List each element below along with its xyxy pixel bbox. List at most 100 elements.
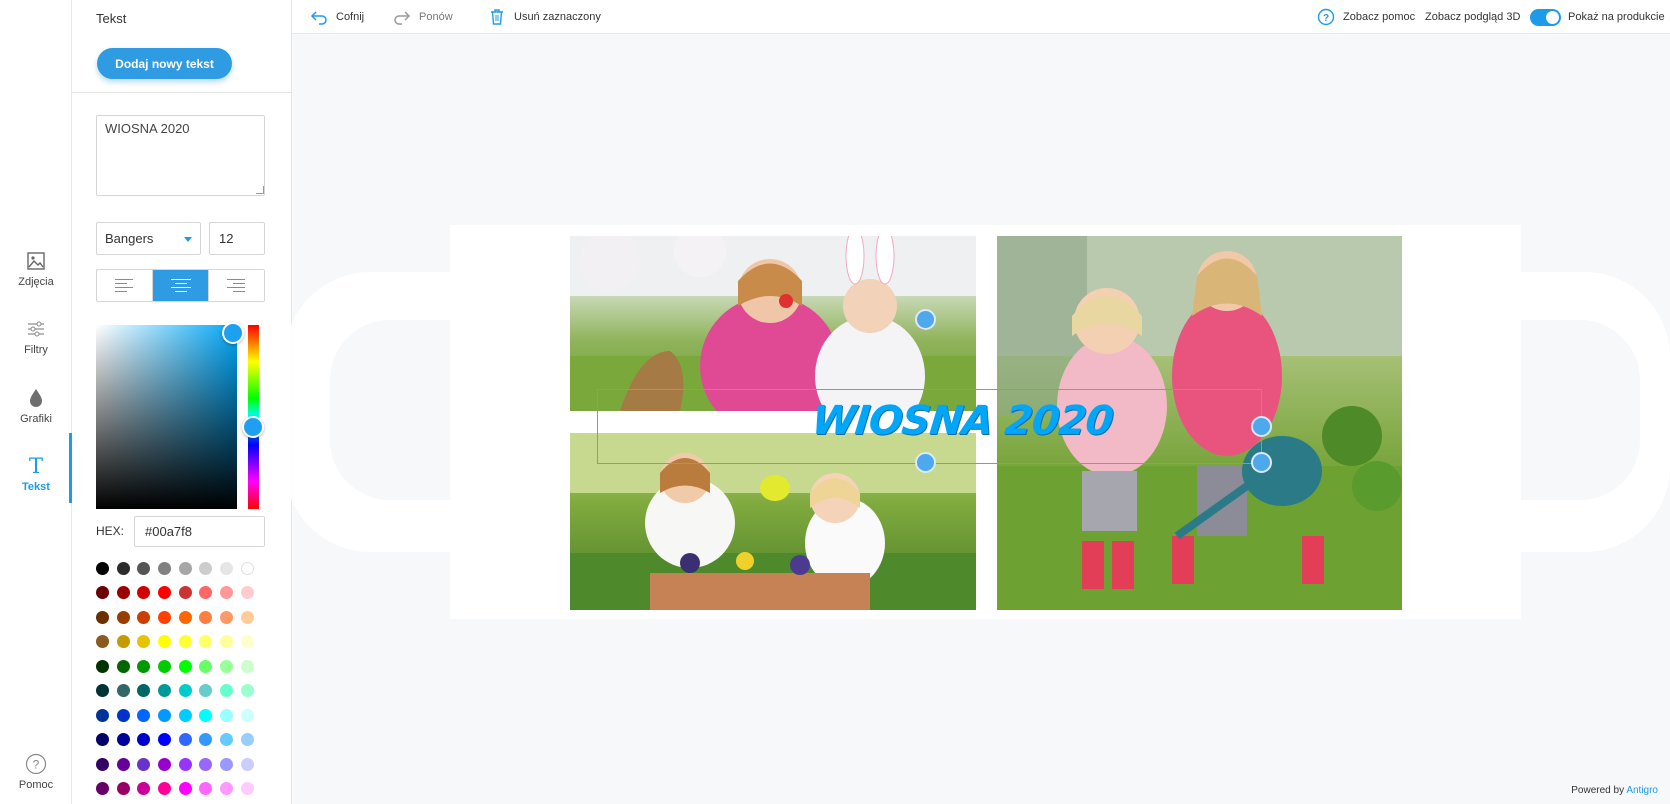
color-swatch[interactable] bbox=[178, 635, 192, 649]
rotate-handle[interactable] bbox=[1251, 416, 1272, 437]
color-swatch[interactable] bbox=[96, 708, 109, 722]
color-swatch[interactable] bbox=[220, 659, 234, 673]
font-family-select[interactable]: Bangers bbox=[96, 222, 201, 255]
color-swatch[interactable] bbox=[158, 782, 172, 796]
color-swatch[interactable] bbox=[199, 561, 213, 575]
resize-handle-bottom[interactable] bbox=[915, 452, 936, 473]
rail-item-graphics[interactable]: Grafiki bbox=[0, 387, 72, 425]
font-size-input[interactable]: 12 bbox=[209, 222, 265, 255]
color-swatch[interactable] bbox=[220, 561, 234, 575]
color-swatch[interactable] bbox=[240, 610, 254, 624]
color-swatch[interactable] bbox=[220, 708, 234, 722]
color-swatch[interactable] bbox=[137, 708, 151, 722]
color-swatch[interactable] bbox=[96, 635, 109, 649]
color-swatch[interactable] bbox=[220, 684, 234, 698]
color-swatch[interactable] bbox=[137, 757, 151, 771]
color-swatch[interactable] bbox=[240, 659, 254, 673]
color-swatch[interactable] bbox=[199, 684, 213, 698]
color-swatch[interactable] bbox=[220, 586, 234, 600]
color-swatch[interactable] bbox=[178, 610, 192, 624]
color-swatch[interactable] bbox=[240, 684, 254, 698]
color-swatch[interactable] bbox=[137, 586, 151, 600]
color-swatch[interactable] bbox=[137, 561, 151, 575]
color-swatch[interactable] bbox=[220, 757, 234, 771]
add-text-button[interactable]: Dodaj nowy tekst bbox=[97, 48, 232, 79]
redo-button[interactable]: Ponów bbox=[393, 8, 453, 26]
color-swatch[interactable] bbox=[178, 782, 192, 796]
color-swatch[interactable] bbox=[158, 586, 172, 600]
color-swatch[interactable] bbox=[137, 782, 151, 796]
color-swatch[interactable] bbox=[96, 659, 109, 673]
color-swatch[interactable] bbox=[116, 561, 130, 575]
color-swatch[interactable] bbox=[158, 635, 172, 649]
rail-item-help[interactable]: ? Pomoc bbox=[0, 753, 72, 791]
resize-handle-top[interactable] bbox=[915, 309, 936, 330]
color-swatch[interactable] bbox=[178, 586, 192, 600]
color-swatch[interactable] bbox=[96, 733, 109, 747]
color-swatch[interactable] bbox=[116, 684, 130, 698]
color-swatch[interactable] bbox=[220, 733, 234, 747]
color-swatch[interactable] bbox=[178, 708, 192, 722]
align-right-button[interactable] bbox=[209, 270, 264, 301]
color-swatch[interactable] bbox=[199, 610, 213, 624]
rail-item-photos[interactable]: Zdjęcia bbox=[0, 250, 72, 288]
color-swatch[interactable] bbox=[199, 659, 213, 673]
color-swatch[interactable] bbox=[240, 708, 254, 722]
design-text-layer[interactable]: WIOSNA 2020 bbox=[810, 398, 1115, 444]
color-swatch[interactable] bbox=[199, 733, 213, 747]
color-swatch[interactable] bbox=[137, 733, 151, 747]
color-swatch[interactable] bbox=[199, 635, 213, 649]
color-swatch[interactable] bbox=[137, 635, 151, 649]
color-swatch[interactable] bbox=[178, 684, 192, 698]
color-swatch[interactable] bbox=[158, 610, 172, 624]
color-swatch[interactable] bbox=[116, 757, 130, 771]
color-swatch[interactable] bbox=[199, 586, 213, 600]
rail-item-filters[interactable]: Filtry bbox=[0, 318, 72, 356]
resize-handle-corner[interactable] bbox=[1251, 452, 1272, 473]
preview-3d-button[interactable]: Zobacz podgląd 3D bbox=[1425, 8, 1520, 26]
color-swatch[interactable] bbox=[137, 684, 151, 698]
color-swatch[interactable] bbox=[137, 610, 151, 624]
color-swatch[interactable] bbox=[158, 561, 172, 575]
delete-selected-button[interactable]: Usuń zaznaczony bbox=[488, 8, 601, 26]
color-swatch[interactable] bbox=[158, 708, 172, 722]
color-swatch[interactable] bbox=[116, 708, 130, 722]
color-swatch[interactable] bbox=[96, 610, 109, 624]
color-swatch[interactable] bbox=[199, 782, 213, 796]
color-swatch[interactable] bbox=[220, 635, 234, 649]
color-swatch[interactable] bbox=[240, 782, 254, 796]
show-on-product-toggle[interactable]: Pokaż na produkcie bbox=[1530, 8, 1665, 26]
saturation-picker[interactable] bbox=[96, 325, 237, 509]
color-swatch[interactable] bbox=[199, 757, 213, 771]
color-swatch[interactable] bbox=[96, 782, 109, 796]
color-swatch[interactable] bbox=[158, 757, 172, 771]
color-swatch[interactable] bbox=[96, 561, 109, 575]
color-swatch[interactable] bbox=[240, 757, 254, 771]
undo-button[interactable]: Cofnij bbox=[310, 8, 364, 26]
color-swatch[interactable] bbox=[220, 610, 234, 624]
powered-link[interactable]: Antigro bbox=[1626, 785, 1658, 796]
hex-input[interactable]: #00a7f8 bbox=[134, 516, 265, 547]
align-left-button[interactable] bbox=[97, 270, 153, 301]
color-swatch[interactable] bbox=[240, 586, 254, 600]
color-swatch[interactable] bbox=[116, 610, 130, 624]
color-swatch[interactable] bbox=[96, 684, 109, 698]
rail-item-text[interactable]: T Tekst bbox=[0, 433, 72, 503]
text-content-input[interactable]: WIOSNA 2020 bbox=[96, 115, 265, 196]
color-swatch[interactable] bbox=[116, 782, 130, 796]
color-swatch[interactable] bbox=[96, 586, 109, 600]
color-swatch[interactable] bbox=[178, 757, 192, 771]
help-link[interactable]: ? Zobacz pomoc bbox=[1317, 8, 1415, 26]
color-swatch[interactable] bbox=[240, 561, 254, 575]
color-swatch[interactable] bbox=[178, 659, 192, 673]
color-swatch[interactable] bbox=[116, 635, 130, 649]
color-swatch[interactable] bbox=[240, 635, 254, 649]
saturation-picker-handle[interactable] bbox=[222, 322, 244, 344]
hue-slider-handle[interactable] bbox=[242, 416, 264, 438]
align-center-button[interactable] bbox=[153, 270, 209, 301]
color-swatch[interactable] bbox=[116, 586, 130, 600]
color-swatch[interactable] bbox=[158, 684, 172, 698]
color-swatch[interactable] bbox=[199, 708, 213, 722]
color-swatch[interactable] bbox=[96, 757, 109, 771]
color-swatch[interactable] bbox=[220, 782, 234, 796]
